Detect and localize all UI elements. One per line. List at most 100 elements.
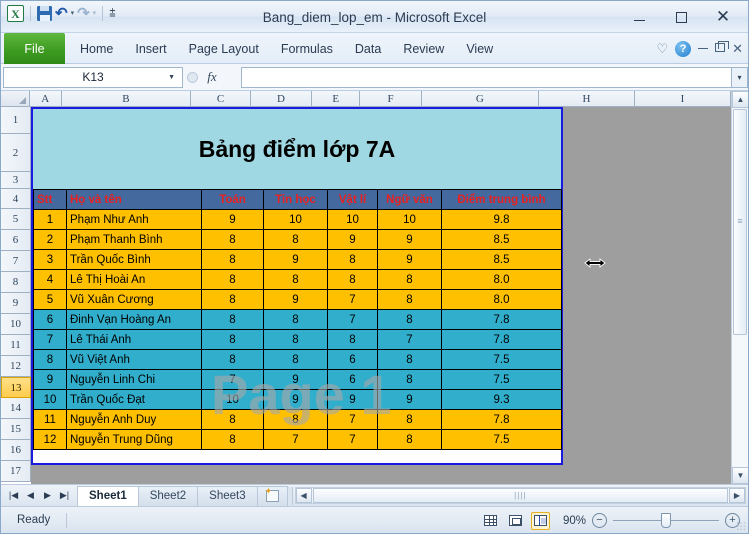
cell-vatli[interactable]: 9 — [327, 389, 378, 410]
cell-tb[interactable]: 9.8 — [441, 209, 562, 230]
scroll-up-arrow-icon[interactable]: ▲ — [732, 91, 748, 108]
cell-tb[interactable]: 7.8 — [441, 309, 562, 330]
col-tb[interactable]: Điểm trung bình — [441, 189, 562, 210]
cell-stt[interactable]: 1 — [33, 209, 67, 230]
cell-name[interactable]: Lê Thị Hoài An — [66, 269, 202, 290]
table-row[interactable]: 8 Vũ Việt Anh 8 8 6 8 7.5 — [33, 349, 562, 370]
row-header-3[interactable]: 3 — [1, 172, 31, 189]
cell-stt[interactable]: 4 — [33, 269, 67, 290]
horizontal-scrollbar[interactable]: ◀ |||| ▶ — [294, 487, 746, 504]
cell-name[interactable]: Trần Quốc Đạt — [66, 389, 202, 410]
cell-nguvan[interactable]: 8 — [377, 429, 442, 450]
cell-name[interactable]: Đinh Vạn Hoàng An — [66, 309, 202, 330]
cell-tb[interactable]: 8.0 — [441, 269, 562, 290]
cell-vatli[interactable]: 6 — [327, 369, 378, 390]
fx-icon[interactable]: fx — [207, 69, 216, 85]
cell-tb[interactable]: 8.5 — [441, 229, 562, 250]
cell-stt[interactable]: 7 — [33, 329, 67, 350]
col-tin[interactable]: Tin học — [263, 189, 328, 210]
table-row[interactable]: 5 Vũ Xuân Cương 8 9 7 8 8.0 — [33, 289, 562, 310]
row-header-11[interactable]: 11 — [1, 335, 31, 356]
cell-tin[interactable]: 8 — [263, 409, 328, 430]
cell-tb[interactable]: 7.5 — [441, 429, 562, 450]
cell-toan[interactable]: 8 — [201, 269, 264, 290]
cell-nguvan[interactable]: 8 — [377, 269, 442, 290]
cell-stt[interactable]: 3 — [33, 249, 67, 270]
cell-nguvan[interactable]: 8 — [377, 409, 442, 430]
last-sheet-icon[interactable]: ▶| — [56, 487, 73, 505]
cell-vatli[interactable]: 8 — [327, 269, 378, 290]
cell-name[interactable]: Lê Thái Anh — [66, 329, 202, 350]
scroll-right-arrow-icon[interactable]: ▶ — [729, 488, 745, 503]
help-icon[interactable]: ? — [675, 40, 692, 57]
col-toan[interactable]: Toán — [201, 189, 264, 210]
zoom-slider-thumb[interactable] — [661, 512, 671, 528]
table-row[interactable]: 4 Lê Thị Hoài An 8 8 8 8 8.0 — [33, 269, 562, 290]
cell-stt[interactable]: 9 — [33, 369, 67, 390]
col-stt[interactable]: Stt — [33, 189, 67, 210]
row-header-13[interactable]: 13 — [1, 377, 31, 398]
cell-stt[interactable]: 10 — [33, 389, 67, 410]
table-row[interactable]: 9 Nguyễn Linh Chi 7 9 6 8 7.5 — [33, 369, 562, 390]
cell-stt[interactable]: 11 — [33, 409, 67, 430]
row-header-14[interactable]: 14 — [1, 398, 31, 419]
tab-view[interactable]: View — [455, 33, 504, 64]
select-all-corner[interactable] — [1, 91, 30, 107]
table-row[interactable]: 3 Trần Quốc Bình 8 9 8 9 8.5 — [33, 249, 562, 270]
cell-vatli[interactable]: 7 — [327, 309, 378, 330]
cell-name[interactable]: Nguyễn Linh Chi — [66, 369, 202, 390]
cell-nguvan[interactable]: 8 — [377, 369, 442, 390]
heart-icon[interactable]: ♡ — [656, 42, 668, 55]
table-row[interactable]: 12 Nguyễn Trung Dũng 8 7 7 8 7.5 — [33, 429, 562, 450]
cell-name[interactable]: Vũ Xuân Cương — [66, 289, 202, 310]
cell-nguvan[interactable]: 9 — [377, 229, 442, 250]
scroll-down-arrow-icon[interactable]: ▼ — [732, 467, 748, 484]
table-row[interactable]: 10 Trần Quốc Đạt 10 9 9 9 9.3 — [33, 389, 562, 410]
cell-name[interactable]: Trần Quốc Bình — [66, 249, 202, 270]
restore-window-icon[interactable] — [715, 40, 730, 55]
cell-name[interactable]: Phạm Như Anh — [66, 209, 202, 230]
cell-name[interactable]: Phạm Thanh Bình — [66, 229, 202, 250]
expand-formula-bar-icon[interactable]: ▾ — [731, 66, 748, 88]
tab-page-layout[interactable]: Page Layout — [178, 33, 270, 64]
cell-tin[interactable]: 8 — [263, 329, 328, 350]
tab-file[interactable]: File — [4, 33, 65, 64]
cell-tb[interactable]: 7.5 — [441, 369, 562, 390]
prev-sheet-icon[interactable]: ◀ — [22, 487, 39, 505]
table-row[interactable]: 11 Nguyễn Anh Duy 8 8 7 8 7.8 — [33, 409, 562, 430]
column-header-c[interactable]: C — [191, 91, 251, 107]
cell-toan[interactable]: 10 — [201, 389, 264, 410]
cell-nguvan[interactable]: 7 — [377, 329, 442, 350]
column-header-a[interactable]: A — [29, 91, 62, 107]
row-header-10[interactable]: 10 — [1, 314, 31, 335]
column-header-f[interactable]: F — [360, 91, 422, 107]
tab-formulas[interactable]: Formulas — [270, 33, 344, 64]
cell-nguvan[interactable]: 9 — [377, 249, 442, 270]
cell-tin[interactable]: 8 — [263, 349, 328, 370]
zoom-out-button[interactable]: − — [592, 513, 607, 528]
table-row[interactable]: 6 Đinh Vạn Hoàng An 8 8 7 8 7.8 — [33, 309, 562, 330]
table-row[interactable]: 2 Phạm Thanh Bình 8 8 9 9 8.5 — [33, 229, 562, 250]
first-sheet-icon[interactable]: |◀ — [5, 487, 22, 505]
cell-toan[interactable]: 8 — [201, 409, 264, 430]
vertical-scroll-thumb[interactable]: ≡ — [733, 109, 747, 335]
cell-tb[interactable]: 9.3 — [441, 389, 562, 410]
cell-stt[interactable]: 2 — [33, 229, 67, 250]
cell-tin[interactable]: 10 — [263, 209, 328, 230]
tab-home[interactable]: Home — [69, 33, 124, 64]
chevron-down-icon[interactable]: ▼ — [168, 74, 175, 81]
cell-toan[interactable]: 8 — [201, 289, 264, 310]
row-header-6[interactable]: 6 — [1, 230, 31, 251]
cell-tin[interactable]: 9 — [263, 369, 328, 390]
cell-toan[interactable]: 8 — [201, 349, 264, 370]
cell-toan[interactable]: 9 — [201, 209, 264, 230]
horizontal-scroll-thumb[interactable]: |||| — [312, 488, 728, 503]
table-row[interactable]: 7 Lê Thái Anh 8 8 8 7 7.8 — [33, 329, 562, 350]
row-header-17[interactable]: 17 — [1, 461, 31, 482]
cell-vatli[interactable]: 9 — [327, 229, 378, 250]
cell-tin[interactable]: 7 — [263, 429, 328, 450]
cell-tin[interactable]: 8 — [263, 229, 328, 250]
row-header-12[interactable]: 12 — [1, 356, 31, 377]
formula-input[interactable] — [241, 66, 731, 88]
page-break-preview-button[interactable] — [531, 511, 550, 530]
